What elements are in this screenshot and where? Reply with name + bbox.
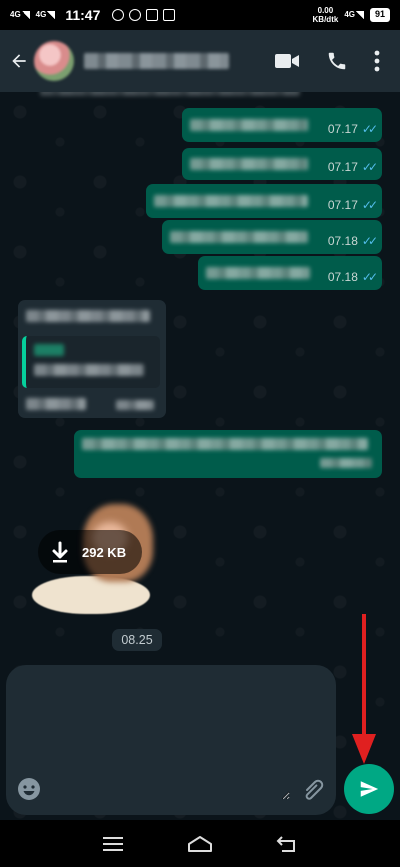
speed-value: 0.00	[317, 6, 334, 15]
download-notification-icon	[146, 9, 159, 21]
message-input[interactable]	[50, 680, 290, 800]
quoted-author-blurred	[34, 344, 64, 356]
read-ticks-icon: ✓✓	[361, 270, 378, 284]
message-meta: 07.18 ✓✓	[327, 234, 378, 248]
status-right: 0.00 KB/dtk 4G 91	[313, 6, 390, 24]
network-indicator-1: 4G	[10, 11, 30, 19]
more-options-button[interactable]	[374, 50, 380, 72]
notification-icons	[112, 9, 176, 21]
voice-call-button[interactable]	[326, 50, 348, 72]
more-vert-icon	[374, 50, 380, 72]
annotation-arrow-icon	[352, 614, 376, 771]
sticker-time: 08.25	[112, 629, 162, 651]
read-ticks-icon: ✓✓	[361, 234, 378, 248]
message-text-blurred	[190, 158, 308, 170]
back-arrow-icon	[12, 54, 26, 68]
back-button[interactable]	[8, 50, 30, 72]
contact-avatar[interactable]	[34, 41, 74, 81]
message-meta: 07.18 ✓✓	[327, 270, 378, 284]
network-indicator-3: 4G	[344, 11, 364, 19]
menu-lines-icon	[103, 836, 124, 851]
sticker-download-button[interactable]: 292 KB	[38, 530, 142, 574]
system-nav-bar	[0, 820, 400, 867]
message-time: 07.18	[327, 234, 358, 248]
emoji-icon	[18, 778, 40, 800]
outgoing-message[interactable]: 07.17 ✓✓	[182, 148, 382, 180]
message-time-blurred	[320, 458, 372, 468]
message-text-blurred	[26, 310, 150, 322]
read-ticks-icon: ✓✓	[361, 160, 378, 174]
emoji-button[interactable]	[16, 776, 42, 807]
telegram-notification-icon	[129, 9, 142, 21]
read-ticks-icon: ✓✓	[361, 198, 378, 212]
return-icon	[276, 835, 295, 852]
home-icon	[187, 835, 212, 852]
send-icon	[360, 781, 379, 797]
message-text-blurred	[82, 438, 368, 450]
message-time: 07.17	[327, 122, 358, 136]
quoted-reply[interactable]	[22, 336, 160, 388]
read-ticks-icon: ✓✓	[361, 122, 378, 136]
message-meta: 07.17 ✓✓	[327, 160, 378, 174]
outgoing-message[interactable]: 07.18 ✓✓	[198, 256, 382, 290]
message-text-blurred	[170, 231, 308, 243]
whatsapp-notification-icon	[112, 9, 125, 21]
download-icon	[38, 530, 82, 574]
battery-indicator: 91	[369, 8, 390, 22]
video-call-button[interactable]	[274, 52, 300, 70]
chat-header	[0, 30, 400, 92]
message-text-blurred	[154, 195, 308, 207]
header-actions	[274, 50, 392, 72]
message-meta: 07.17 ✓✓	[327, 198, 378, 212]
recents-button[interactable]	[98, 829, 128, 859]
home-button[interactable]	[185, 829, 215, 859]
quoted-text-blurred	[34, 364, 144, 376]
sticker-plate	[32, 576, 150, 614]
message-text-blurred	[190, 119, 308, 131]
speed-unit: KB/dtk	[312, 15, 339, 24]
message-meta: 07.17 ✓✓	[327, 122, 378, 136]
message-text-blurred	[26, 398, 86, 410]
status-bar: 4G 4G 11:47 0.00 KB/dtk 4G 91	[0, 0, 400, 30]
message-time-blurred	[116, 400, 154, 410]
incoming-message[interactable]	[18, 300, 166, 418]
outgoing-message[interactable]: 07.17 ✓✓	[182, 108, 382, 142]
message-time: 07.17	[327, 160, 358, 174]
phone-icon	[328, 52, 346, 70]
message-time: 07.17	[327, 198, 358, 212]
paperclip-icon	[305, 779, 324, 800]
network-speed: 0.00 KB/dtk	[313, 6, 339, 24]
download-size: 292 KB	[82, 544, 127, 560]
outgoing-message[interactable]: 07.17 ✓✓	[146, 184, 382, 218]
attach-button[interactable]	[300, 776, 326, 807]
outgoing-message[interactable]	[74, 430, 382, 478]
network-indicator-2: 4G	[36, 11, 56, 19]
partial-message-text	[40, 92, 300, 96]
outgoing-message[interactable]: 07.18 ✓✓	[162, 220, 382, 254]
instagram-notification-icon	[163, 9, 176, 21]
sticker-message[interactable]: 292 KB	[28, 502, 158, 614]
video-call-icon	[275, 54, 299, 68]
status-left: 4G 4G 11:47	[10, 7, 176, 23]
back-nav-button[interactable]	[272, 829, 302, 859]
message-text-blurred	[206, 267, 310, 279]
send-button[interactable]	[344, 764, 394, 814]
status-time: 11:47	[65, 7, 101, 23]
message-time: 07.18	[327, 270, 358, 284]
contact-name[interactable]	[84, 53, 229, 69]
